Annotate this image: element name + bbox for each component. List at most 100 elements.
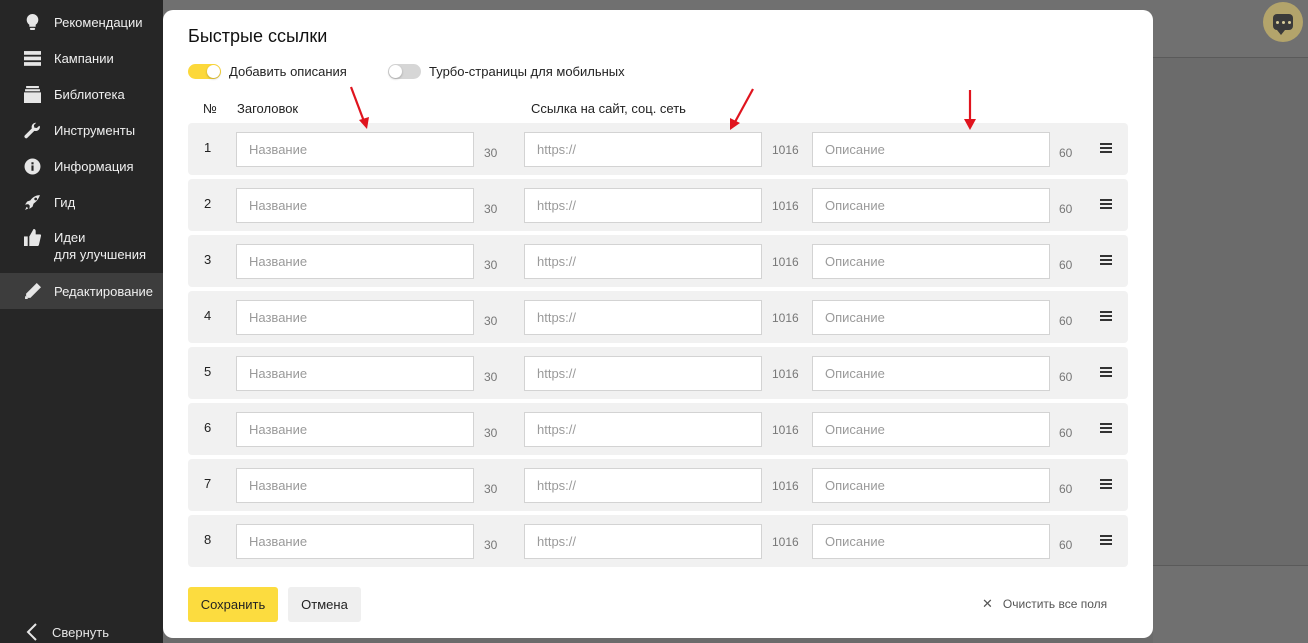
title-char-limit: 30: [484, 258, 498, 272]
toggle-switch[interactable]: [188, 64, 221, 79]
sidebar-item-label: Инструменты: [54, 123, 136, 138]
title-input[interactable]: [236, 524, 474, 559]
drag-handle-icon[interactable]: [1100, 423, 1112, 433]
table-row: 2 30 1016 60: [188, 179, 1128, 231]
drag-handle-icon[interactable]: [1100, 479, 1112, 489]
annotation-arrow-icon: [730, 88, 754, 130]
drag-handle-icon[interactable]: [1100, 311, 1112, 321]
drag-handle-icon[interactable]: [1100, 199, 1112, 209]
row-number: 1: [204, 140, 212, 155]
clear-all-label: Очистить все поля: [1002, 597, 1108, 611]
title-input[interactable]: [236, 356, 474, 391]
library-icon: [23, 86, 41, 103]
description-input[interactable]: [812, 188, 1050, 223]
sidebar-item-info[interactable]: Информация: [0, 158, 163, 175]
table-row: 6 30 1016 60: [188, 403, 1128, 455]
description-char-limit: 60: [1059, 146, 1073, 160]
annotation-arrow-icon: [964, 90, 976, 130]
description-input[interactable]: [812, 244, 1050, 279]
sidebar-item-campaigns[interactable]: Кампании: [0, 50, 163, 67]
sidebar-item-editing[interactable]: Редактирование: [0, 273, 163, 309]
title-input[interactable]: [236, 244, 474, 279]
save-button[interactable]: Сохранить: [188, 587, 278, 622]
sidebar-item-ideas[interactable]: Идеи для улучшения: [0, 229, 163, 263]
title-input[interactable]: [236, 188, 474, 223]
link-input[interactable]: [524, 468, 762, 503]
pencil-icon: [23, 282, 41, 300]
link-input[interactable]: [524, 244, 762, 279]
link-char-limit: 1016: [772, 311, 799, 325]
title-char-limit: 30: [484, 202, 498, 216]
link-input[interactable]: [524, 132, 762, 167]
sidebar-item-label: Редактирование: [54, 283, 154, 299]
link-input[interactable]: [524, 188, 762, 223]
list-icon: [23, 50, 41, 67]
row-number: 7: [204, 476, 212, 491]
table-row: 5 30 1016 60: [188, 347, 1128, 399]
toggle-turbo-pages[interactable]: Турбо-страницы для мобильных: [388, 64, 625, 79]
chat-icon: [1273, 14, 1293, 35]
link-input[interactable]: [524, 412, 762, 447]
drag-handle-icon[interactable]: [1100, 535, 1112, 545]
drag-handle-icon[interactable]: [1100, 255, 1112, 265]
toggle-add-descriptions[interactable]: Добавить описания: [188, 64, 347, 79]
sidebar-item-recommendations[interactable]: Рекомендации: [0, 14, 163, 31]
description-input[interactable]: [812, 300, 1050, 335]
link-char-limit: 1016: [772, 479, 799, 493]
description-input[interactable]: [812, 132, 1050, 167]
title-input[interactable]: [236, 412, 474, 447]
column-header-number: №: [203, 101, 217, 116]
sidebar-item-library[interactable]: Библиотека: [0, 86, 163, 103]
title-char-limit: 30: [484, 482, 498, 496]
link-char-limit: 1016: [772, 535, 799, 549]
description-input[interactable]: [812, 524, 1050, 559]
link-input[interactable]: [524, 300, 762, 335]
thumbs-up-icon: [23, 229, 41, 246]
toggle-switch[interactable]: [388, 64, 421, 79]
link-char-limit: 1016: [772, 255, 799, 269]
cancel-button[interactable]: Отмена: [288, 587, 361, 622]
link-input[interactable]: [524, 356, 762, 391]
annotation-arrow-icon: [349, 86, 369, 129]
title-char-limit: 30: [484, 146, 498, 160]
table-row: 3 30 1016 60: [188, 235, 1128, 287]
title-input[interactable]: [236, 300, 474, 335]
rocket-icon: [23, 194, 41, 211]
description-char-limit: 60: [1059, 202, 1073, 216]
row-number: 3: [204, 252, 212, 267]
description-char-limit: 60: [1059, 258, 1073, 272]
toggle-label: Добавить описания: [229, 64, 347, 79]
sidebar: Рекомендации Кампании Библиотека Инструм…: [0, 0, 163, 643]
wrench-icon: [23, 122, 41, 139]
drag-handle-icon[interactable]: [1100, 367, 1112, 377]
title-input[interactable]: [236, 468, 474, 503]
column-header-link: Ссылка на сайт, соц. сеть: [531, 101, 686, 116]
sidebar-item-label: Рекомендации: [54, 15, 143, 30]
drag-handle-icon[interactable]: [1100, 143, 1112, 153]
sidebar-item-tools[interactable]: Инструменты: [0, 122, 163, 139]
table-row: 4 30 1016 60: [188, 291, 1128, 343]
description-input[interactable]: [812, 356, 1050, 391]
description-input[interactable]: [812, 412, 1050, 447]
chat-button[interactable]: [1263, 2, 1303, 42]
page-footer-area: [1153, 565, 1308, 643]
row-number: 6: [204, 420, 212, 435]
description-char-limit: 60: [1059, 370, 1073, 384]
table-row: 7 30 1016 60: [188, 459, 1128, 511]
sidebar-collapse-button[interactable]: Свернуть: [26, 623, 109, 641]
link-char-limit: 1016: [772, 367, 799, 381]
row-number: 5: [204, 364, 212, 379]
description-char-limit: 60: [1059, 538, 1073, 552]
sidebar-item-label: Кампании: [54, 51, 114, 66]
link-input[interactable]: [524, 524, 762, 559]
description-input[interactable]: [812, 468, 1050, 503]
title-input[interactable]: [236, 132, 474, 167]
link-char-limit: 1016: [772, 199, 799, 213]
sidebar-item-label: Идеи для улучшения: [54, 230, 147, 262]
quick-links-modal: Быстрые ссылки Добавить описания Турбо-с…: [163, 10, 1153, 638]
clear-all-fields-button[interactable]: ✕ Очистить все поля: [982, 596, 1107, 612]
toggle-label: Турбо-страницы для мобильных: [429, 64, 625, 79]
title-char-limit: 30: [484, 370, 498, 384]
sidebar-item-guide[interactable]: Гид: [0, 194, 163, 211]
description-char-limit: 60: [1059, 314, 1073, 328]
